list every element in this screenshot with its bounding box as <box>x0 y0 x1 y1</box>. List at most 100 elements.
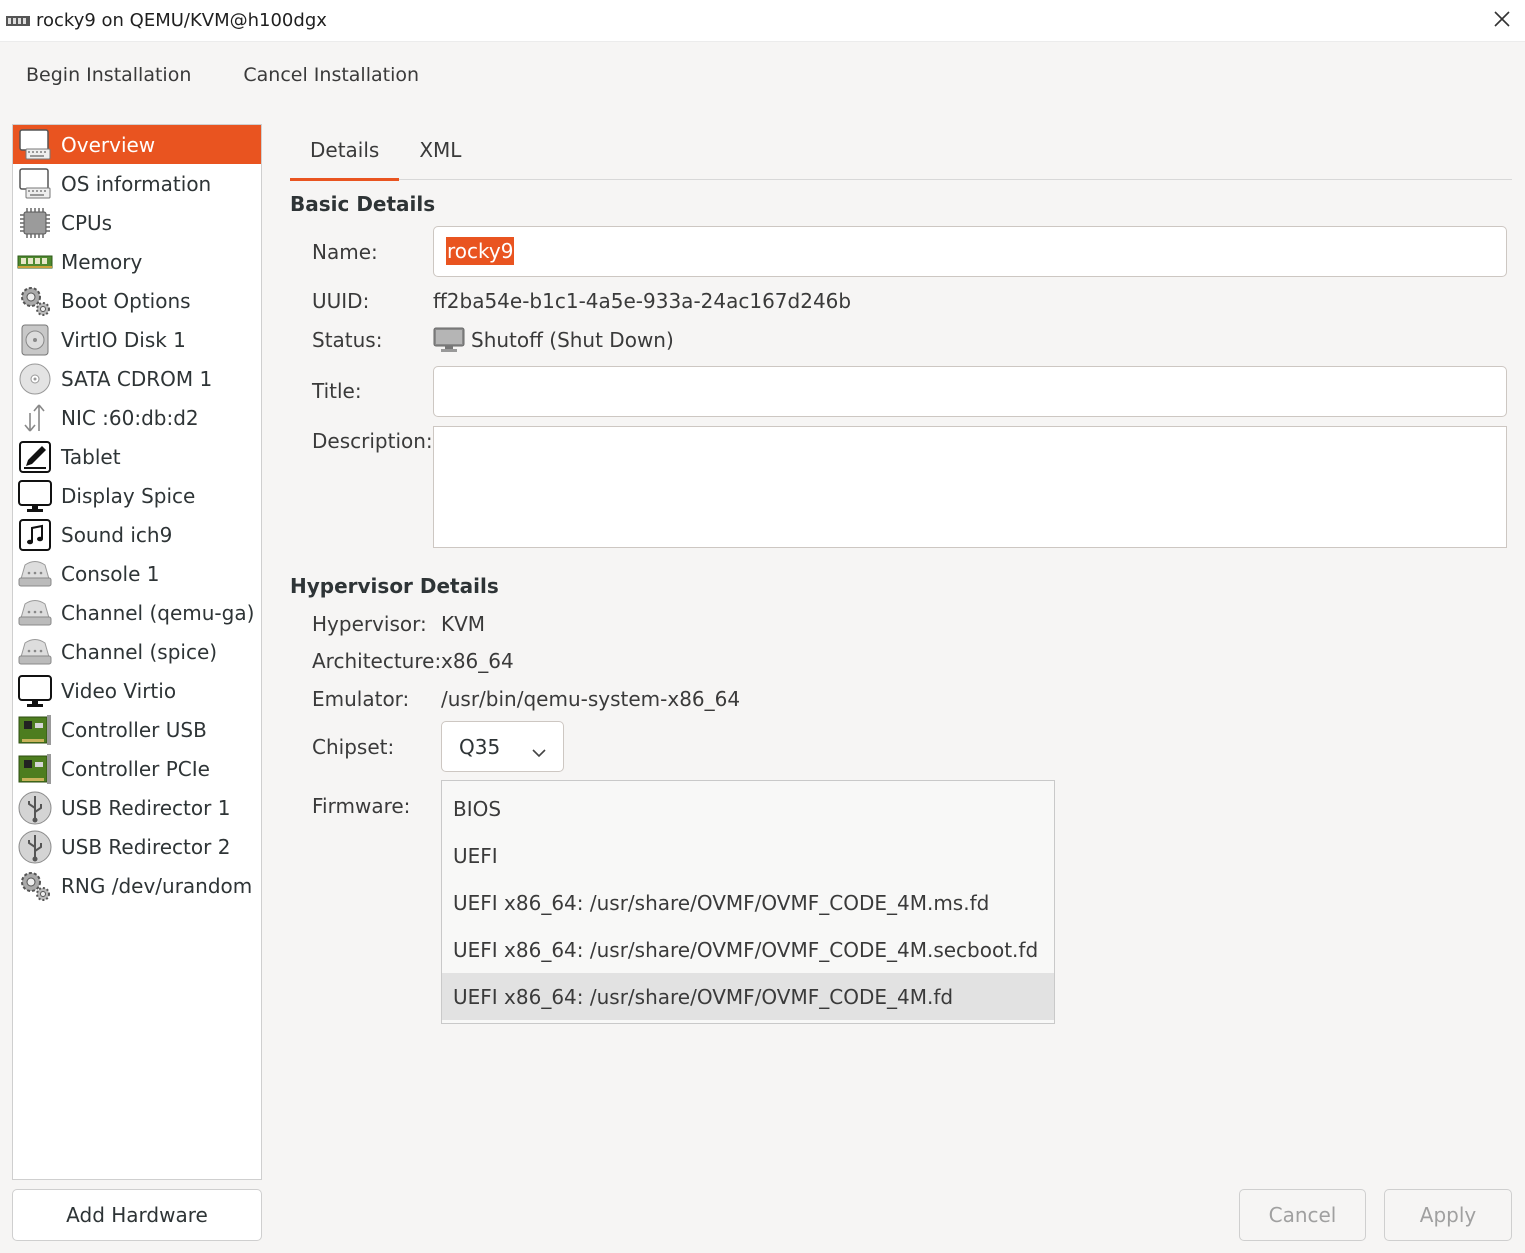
sidebar-item-label: SATA CDROM 1 <box>61 366 213 391</box>
firmware-option[interactable]: BIOS <box>442 785 1054 832</box>
cancel-installation-button[interactable]: Cancel Installation <box>217 58 445 92</box>
usb-icon <box>17 791 53 825</box>
sidebar-item-memory[interactable]: Memory <box>13 242 261 281</box>
sidebar-item-channel-spice[interactable]: Channel (spice) <box>13 632 261 671</box>
chipset-value: Q35 <box>459 734 501 759</box>
details-panel: Details XML Basic Details Name: rocky9 U… <box>280 112 1525 1180</box>
sidebar-item-console-1[interactable]: Console 1 <box>13 554 261 593</box>
sidebar-item-label: Console 1 <box>61 561 160 586</box>
sidebar-item-tablet[interactable]: Tablet <box>13 437 261 476</box>
sidebar-item-cpus[interactable]: CPUs <box>13 203 261 242</box>
sidebar-item-overview[interactable]: Overview <box>13 125 261 164</box>
sidebar-item-os-information[interactable]: OS information <box>13 164 261 203</box>
hypervisor-value: KVM <box>441 612 486 636</box>
uuid-label: UUID: <box>312 289 370 313</box>
sidebar-item-label: USB Redirector 1 <box>61 795 231 820</box>
sidebar-item-video-virtio[interactable]: Video Virtio <box>13 671 261 710</box>
serial-port-icon <box>17 557 53 591</box>
uuid-value: ff2ba54e-b1c1-4a5e-933a-24ac167d246b <box>433 289 852 313</box>
sidebar-item-label: Overview <box>61 132 156 157</box>
pci-card-icon <box>17 752 53 786</box>
architecture-label: Architecture: <box>312 649 442 673</box>
sidebar-item-label: Tablet <box>61 444 121 469</box>
begin-installation-button[interactable]: Begin Installation <box>0 58 217 92</box>
network-arrows-icon <box>17 401 53 435</box>
sidebar-item-controller-pcie[interactable]: Controller PCIe <box>13 749 261 788</box>
sidebar-item-boot-options[interactable]: Boot Options <box>13 281 261 320</box>
monitor-keyboard-icon <box>17 128 53 162</box>
sidebar-item-label: Display Spice <box>61 483 196 508</box>
sidebar-item-label: Channel (spice) <box>61 639 218 664</box>
sidebar-item-usb-redirector-1[interactable]: USB Redirector 1 <box>13 788 261 827</box>
sidebar-item-controller-usb[interactable]: Controller USB <box>13 710 261 749</box>
cpu-chip-icon <box>17 206 53 240</box>
chipset-dropdown[interactable]: Q35 <box>441 721 564 772</box>
sidebar-item-sound-ich9[interactable]: Sound ich9 <box>13 515 261 554</box>
hard-disk-icon <box>17 323 53 357</box>
sidebar-item-display-spice[interactable]: Display Spice <box>13 476 261 515</box>
firmware-option[interactable]: UEFI x86_64: /usr/share/OVMF/OVMF_CODE_4… <box>442 973 1054 1020</box>
title-label: Title: <box>312 379 362 403</box>
display-monitor-icon <box>17 674 53 708</box>
name-field[interactable]: rocky9 <box>433 226 1507 277</box>
shutoff-monitor-icon <box>433 327 465 358</box>
sidebar-item-label: USB Redirector 2 <box>61 834 231 859</box>
emulator-value: /usr/bin/qemu-system-x86_64 <box>441 687 741 711</box>
firmware-option[interactable]: UEFI <box>442 832 1054 879</box>
monitor-keyboard-icon <box>17 167 53 201</box>
window-titlebar: rocky9 on QEMU/KVM@h100dgx <box>0 0 1525 42</box>
sidebar-item-label: VirtIO Disk 1 <box>61 327 186 352</box>
serial-port-icon <box>17 596 53 630</box>
basic-details-heading: Basic Details <box>290 192 436 216</box>
chevron-down-icon <box>531 740 547 764</box>
tab-details[interactable]: Details <box>290 130 400 181</box>
serial-port-icon <box>17 635 53 669</box>
sidebar-item-label: NIC :60:db:d2 <box>61 405 199 430</box>
sidebar-item-virtio-disk-1[interactable]: VirtIO Disk 1 <box>13 320 261 359</box>
hardware-list: Overview OS information CPUs Memory Boot Opt… <box>12 124 262 1180</box>
sidebar-item-label: Sound ich9 <box>61 522 173 547</box>
tab-bar: Details XML <box>290 130 1512 181</box>
name-value: rocky9 <box>446 237 515 265</box>
firmware-option[interactable]: UEFI x86_64: /usr/share/OVMF/OVMF_CODE_4… <box>442 926 1054 973</box>
hypervisor-label: Hypervisor: <box>312 612 427 636</box>
usb-icon <box>17 830 53 864</box>
add-hardware-button[interactable]: Add Hardware <box>12 1189 262 1241</box>
firmware-label: Firmware: <box>312 794 411 818</box>
toolbar: Begin Installation Cancel Installation <box>0 43 1525 107</box>
emulator-label: Emulator: <box>312 687 410 711</box>
close-icon <box>1493 9 1511 33</box>
display-monitor-icon <box>17 479 53 513</box>
firmware-option[interactable]: UEFI x86_64: /usr/share/OVMF/OVMF_CODE_4… <box>442 879 1054 926</box>
tab-xml[interactable]: XML <box>399 130 481 180</box>
close-button[interactable] <box>1487 6 1517 36</box>
description-label: Description: <box>312 429 433 453</box>
tablet-pen-icon <box>17 440 53 474</box>
status-label: Status: <box>312 328 383 352</box>
sidebar-item-rng-dev-urandom[interactable]: RNG /dev/urandom <box>13 866 261 905</box>
gears-icon <box>17 869 53 903</box>
description-field[interactable] <box>433 426 1507 548</box>
sidebar-item-nic-60-db-d2[interactable]: NIC :60:db:d2 <box>13 398 261 437</box>
sidebar-item-label: Boot Options <box>61 288 191 313</box>
gears-icon <box>17 284 53 318</box>
sidebar-item-label: Memory <box>61 249 143 274</box>
title-field[interactable] <box>433 366 1507 417</box>
sidebar-item-usb-redirector-2[interactable]: USB Redirector 2 <box>13 827 261 866</box>
sidebar-item-label: Channel (qemu-ga) <box>61 600 255 625</box>
sidebar-item-label: Video Virtio <box>61 678 177 703</box>
cdrom-icon <box>17 362 53 396</box>
sidebar-item-label: Controller PCIe <box>61 756 210 781</box>
memory-module-icon <box>17 245 53 279</box>
apply-button[interactable]: Apply <box>1384 1189 1512 1241</box>
virt-manager-icon <box>6 14 30 28</box>
status-value: Shutoff (Shut Down) <box>471 328 674 352</box>
cancel-button[interactable]: Cancel <box>1239 1189 1366 1241</box>
firmware-dropdown-list[interactable]: BIOS UEFI UEFI x86_64: /usr/share/OVMF/OVM… <box>441 780 1055 1024</box>
sidebar-item-label: Controller USB <box>61 717 207 742</box>
sidebar-item-sata-cdrom-1[interactable]: SATA CDROM 1 <box>13 359 261 398</box>
sidebar-item-channel-qemu-ga[interactable]: Channel (qemu-ga) <box>13 593 261 632</box>
music-note-icon <box>17 518 53 552</box>
hypervisor-details-heading: Hypervisor Details <box>290 574 499 598</box>
sidebar-item-label: OS information <box>61 171 212 196</box>
